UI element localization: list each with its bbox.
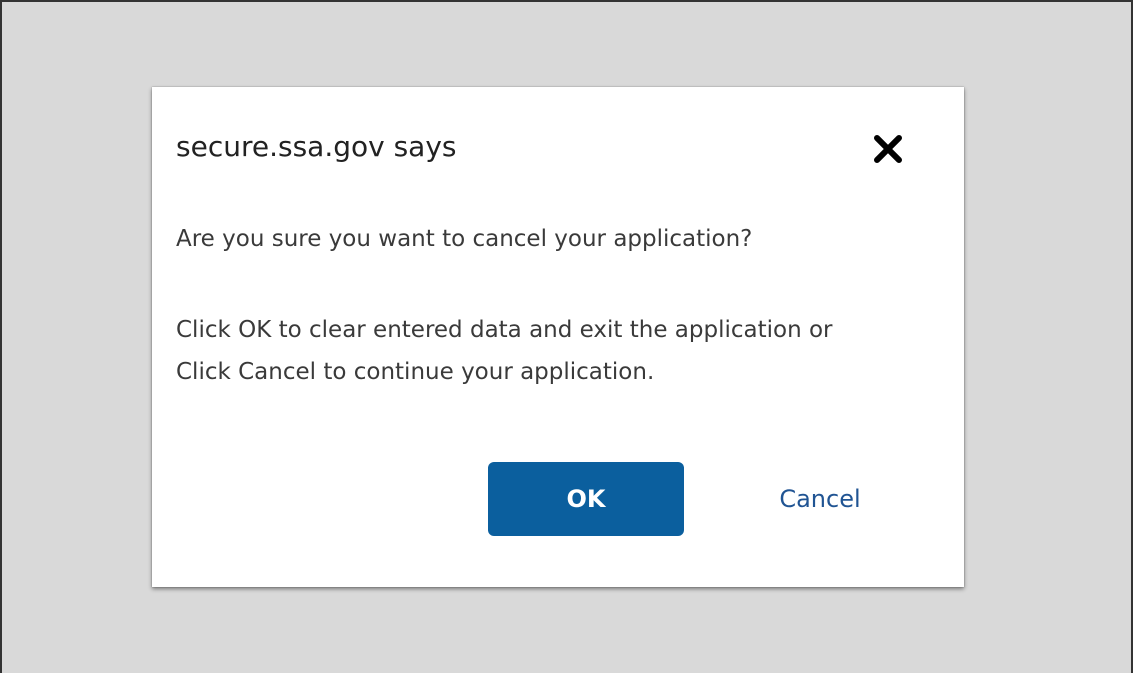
dialog-title: secure.ssa.gov says bbox=[176, 130, 457, 163]
cancel-button[interactable]: Cancel bbox=[752, 462, 888, 536]
confirm-dialog: secure.ssa.gov says Are you sure you wan… bbox=[152, 87, 964, 587]
close-button[interactable] bbox=[868, 129, 908, 169]
ok-button[interactable]: OK bbox=[488, 462, 684, 536]
page-backdrop: secure.ssa.gov says Are you sure you wan… bbox=[0, 0, 1133, 673]
dialog-instructions: Click OK to clear entered data and exit … bbox=[176, 317, 833, 385]
close-icon bbox=[874, 135, 902, 163]
dialog-question: Are you sure you want to cancel your app… bbox=[176, 226, 753, 252]
